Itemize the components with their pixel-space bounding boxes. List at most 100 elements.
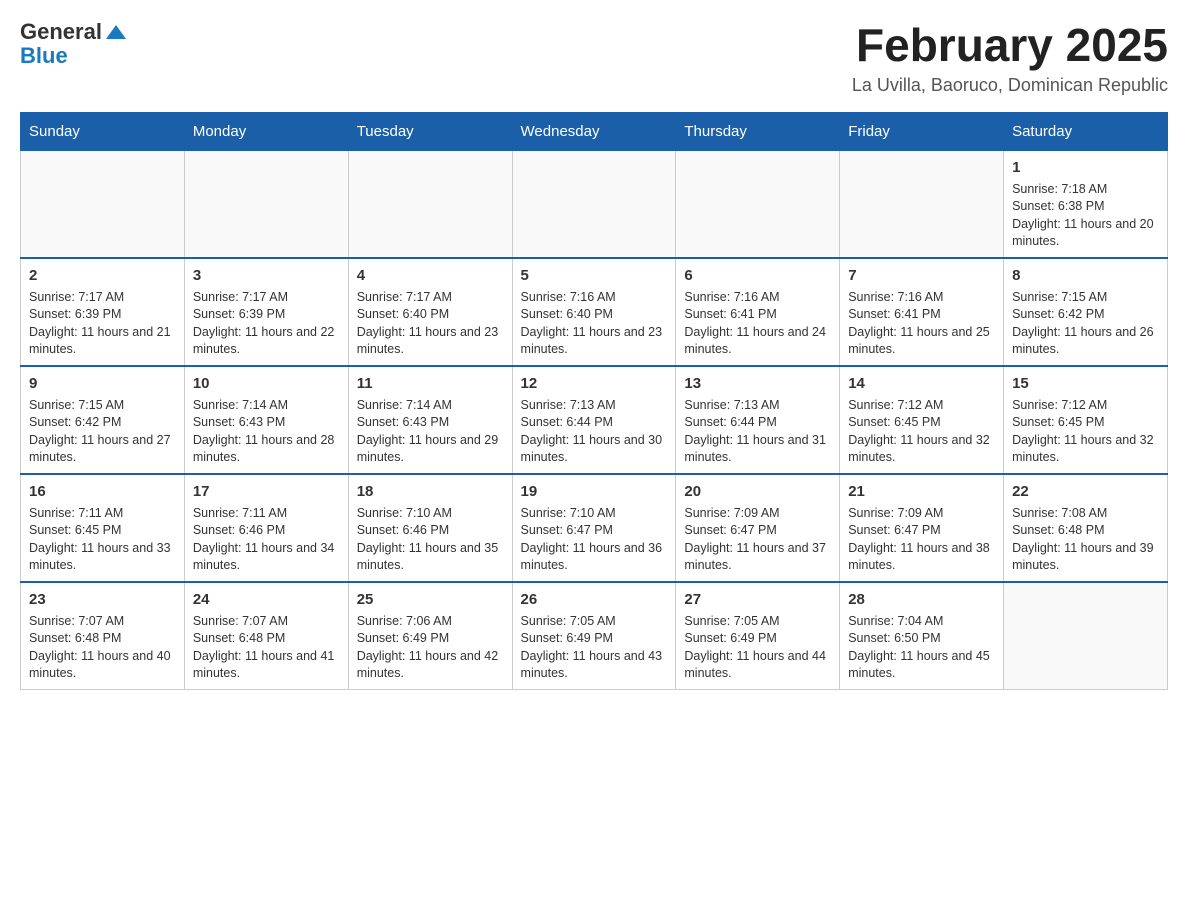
calendar-week-row: 23 Sunrise: 7:07 AM Sunset: 6:48 PM Dayli… bbox=[21, 582, 1168, 690]
day-number: 13 bbox=[684, 373, 831, 394]
day-number: 22 bbox=[1012, 481, 1159, 502]
day-number: 15 bbox=[1012, 373, 1159, 394]
calendar-cell: 1 Sunrise: 7:18 AM Sunset: 6:38 PM Daylig… bbox=[1004, 150, 1168, 258]
calendar-cell: 12Sunrise: 7:13 AM Sunset: 6:44 PM Dayli… bbox=[512, 366, 676, 474]
day-info: Sunrise: 7:15 AM Sunset: 6:42 PM Dayligh… bbox=[1012, 289, 1159, 359]
day-number: 24 bbox=[193, 589, 340, 610]
day-info: Sunrise: 7:04 AM Sunset: 6:50 PM Dayligh… bbox=[848, 613, 995, 683]
day-info: Sunrise: 7:16 AM Sunset: 6:41 PM Dayligh… bbox=[684, 289, 831, 359]
day-number: 16 bbox=[29, 481, 176, 502]
day-number: 20 bbox=[684, 481, 831, 502]
calendar-cell bbox=[184, 150, 348, 258]
day-info: Sunrise: 7:17 AM Sunset: 6:40 PM Dayligh… bbox=[357, 289, 504, 359]
day-info: Sunrise: 7:18 AM Sunset: 6:38 PM Dayligh… bbox=[1012, 181, 1159, 251]
calendar-cell: 28 Sunrise: 7:04 AM Sunset: 6:50 PM Dayli… bbox=[840, 582, 1004, 690]
day-number: 23 bbox=[29, 589, 176, 610]
day-number: 7 bbox=[848, 265, 995, 286]
title-section: February 2025 La Uvilla, Baoruco, Domini… bbox=[852, 20, 1168, 96]
day-info: Sunrise: 7:07 AM Sunset: 6:48 PM Dayligh… bbox=[193, 613, 340, 683]
location-text: La Uvilla, Baoruco, Dominican Republic bbox=[852, 75, 1168, 96]
calendar-cell: 17 Sunrise: 7:11 AM Sunset: 6:46 PM Dayli… bbox=[184, 474, 348, 582]
calendar-cell: 25 Sunrise: 7:06 AM Sunset: 6:49 PM Dayli… bbox=[348, 582, 512, 690]
day-number: 3 bbox=[193, 265, 340, 286]
day-of-week-header: Saturday bbox=[1004, 112, 1168, 150]
day-number: 19 bbox=[521, 481, 668, 502]
day-number: 28 bbox=[848, 589, 995, 610]
logo-blue-text: Blue bbox=[20, 44, 126, 68]
day-number: 21 bbox=[848, 481, 995, 502]
day-info: Sunrise: 7:16 AM Sunset: 6:40 PM Dayligh… bbox=[521, 289, 668, 359]
day-of-week-header: Thursday bbox=[676, 112, 840, 150]
calendar-cell: 10 Sunrise: 7:14 AM Sunset: 6:43 PM Dayli… bbox=[184, 366, 348, 474]
day-number: 18 bbox=[357, 481, 504, 502]
day-info: Sunrise: 7:11 AM Sunset: 6:46 PM Dayligh… bbox=[193, 505, 340, 575]
calendar-cell: 5 Sunrise: 7:16 AM Sunset: 6:40 PM Daylig… bbox=[512, 258, 676, 366]
calendar-cell: 18 Sunrise: 7:10 AM Sunset: 6:46 PM Dayli… bbox=[348, 474, 512, 582]
day-of-week-header: Monday bbox=[184, 112, 348, 150]
calendar-header-row: SundayMondayTuesdayWednesdayThursdayFrid… bbox=[21, 112, 1168, 150]
day-number: 1 bbox=[1012, 157, 1159, 178]
day-info: Sunrise: 7:15 AM Sunset: 6:42 PM Dayligh… bbox=[29, 397, 176, 467]
calendar-week-row: 2Sunrise: 7:17 AM Sunset: 6:39 PM Daylig… bbox=[21, 258, 1168, 366]
day-info: Sunrise: 7:16 AM Sunset: 6:41 PM Dayligh… bbox=[848, 289, 995, 359]
day-info: Sunrise: 7:12 AM Sunset: 6:45 PM Dayligh… bbox=[1012, 397, 1159, 467]
calendar-cell bbox=[1004, 582, 1168, 690]
day-of-week-header: Tuesday bbox=[348, 112, 512, 150]
day-info: Sunrise: 7:10 AM Sunset: 6:46 PM Dayligh… bbox=[357, 505, 504, 575]
calendar-cell: 11 Sunrise: 7:14 AM Sunset: 6:43 PM Dayli… bbox=[348, 366, 512, 474]
calendar-cell: 8 Sunrise: 7:15 AM Sunset: 6:42 PM Daylig… bbox=[1004, 258, 1168, 366]
calendar-cell bbox=[676, 150, 840, 258]
day-info: Sunrise: 7:17 AM Sunset: 6:39 PM Dayligh… bbox=[193, 289, 340, 359]
calendar-cell: 23 Sunrise: 7:07 AM Sunset: 6:48 PM Dayli… bbox=[21, 582, 185, 690]
day-number: 25 bbox=[357, 589, 504, 610]
month-title: February 2025 bbox=[852, 20, 1168, 71]
day-info: Sunrise: 7:11 AM Sunset: 6:45 PM Dayligh… bbox=[29, 505, 176, 575]
calendar-week-row: 9 Sunrise: 7:15 AM Sunset: 6:42 PM Daylig… bbox=[21, 366, 1168, 474]
day-info: Sunrise: 7:08 AM Sunset: 6:48 PM Dayligh… bbox=[1012, 505, 1159, 575]
day-info: Sunrise: 7:17 AM Sunset: 6:39 PM Dayligh… bbox=[29, 289, 176, 359]
day-info: Sunrise: 7:13 AM Sunset: 6:44 PM Dayligh… bbox=[521, 397, 668, 467]
day-number: 8 bbox=[1012, 265, 1159, 286]
day-of-week-header: Friday bbox=[840, 112, 1004, 150]
page-header: General Blue February 2025 La Uvilla, Ba… bbox=[20, 20, 1168, 96]
calendar-cell bbox=[840, 150, 1004, 258]
day-number: 17 bbox=[193, 481, 340, 502]
day-info: Sunrise: 7:10 AM Sunset: 6:47 PM Dayligh… bbox=[521, 505, 668, 575]
calendar-cell bbox=[348, 150, 512, 258]
calendar-cell: 22 Sunrise: 7:08 AM Sunset: 6:48 PM Dayli… bbox=[1004, 474, 1168, 582]
calendar-cell: 21 Sunrise: 7:09 AM Sunset: 6:47 PM Dayli… bbox=[840, 474, 1004, 582]
calendar-cell: 13 Sunrise: 7:13 AM Sunset: 6:44 PM Dayli… bbox=[676, 366, 840, 474]
calendar-cell: 9 Sunrise: 7:15 AM Sunset: 6:42 PM Daylig… bbox=[21, 366, 185, 474]
day-info: Sunrise: 7:13 AM Sunset: 6:44 PM Dayligh… bbox=[684, 397, 831, 467]
calendar-cell: 3 Sunrise: 7:17 AM Sunset: 6:39 PM Daylig… bbox=[184, 258, 348, 366]
day-info: Sunrise: 7:06 AM Sunset: 6:49 PM Dayligh… bbox=[357, 613, 504, 683]
calendar-cell: 4 Sunrise: 7:17 AM Sunset: 6:40 PM Daylig… bbox=[348, 258, 512, 366]
day-info: Sunrise: 7:12 AM Sunset: 6:45 PM Dayligh… bbox=[848, 397, 995, 467]
calendar-cell: 27Sunrise: 7:05 AM Sunset: 6:49 PM Dayli… bbox=[676, 582, 840, 690]
calendar-cell: 14Sunrise: 7:12 AM Sunset: 6:45 PM Dayli… bbox=[840, 366, 1004, 474]
day-number: 9 bbox=[29, 373, 176, 394]
calendar-cell: 15 Sunrise: 7:12 AM Sunset: 6:45 PM Dayli… bbox=[1004, 366, 1168, 474]
calendar-cell bbox=[512, 150, 676, 258]
day-number: 11 bbox=[357, 373, 504, 394]
calendar-cell: 16 Sunrise: 7:11 AM Sunset: 6:45 PM Dayli… bbox=[21, 474, 185, 582]
day-info: Sunrise: 7:05 AM Sunset: 6:49 PM Dayligh… bbox=[684, 613, 831, 683]
calendar-table: SundayMondayTuesdayWednesdayThursdayFrid… bbox=[20, 112, 1168, 690]
day-number: 10 bbox=[193, 373, 340, 394]
calendar-cell bbox=[21, 150, 185, 258]
day-number: 6 bbox=[684, 265, 831, 286]
logo: General Blue bbox=[20, 20, 126, 68]
day-number: 4 bbox=[357, 265, 504, 286]
calendar-cell: 24 Sunrise: 7:07 AM Sunset: 6:48 PM Dayli… bbox=[184, 582, 348, 690]
day-info: Sunrise: 7:07 AM Sunset: 6:48 PM Dayligh… bbox=[29, 613, 176, 683]
day-info: Sunrise: 7:14 AM Sunset: 6:43 PM Dayligh… bbox=[193, 397, 340, 467]
logo-triangle-icon bbox=[106, 25, 126, 39]
calendar-cell: 19 Sunrise: 7:10 AM Sunset: 6:47 PM Dayli… bbox=[512, 474, 676, 582]
day-info: Sunrise: 7:09 AM Sunset: 6:47 PM Dayligh… bbox=[848, 505, 995, 575]
day-info: Sunrise: 7:09 AM Sunset: 6:47 PM Dayligh… bbox=[684, 505, 831, 575]
day-info: Sunrise: 7:14 AM Sunset: 6:43 PM Dayligh… bbox=[357, 397, 504, 467]
day-number: 26 bbox=[521, 589, 668, 610]
day-number: 5 bbox=[521, 265, 668, 286]
calendar-cell: 7 Sunrise: 7:16 AM Sunset: 6:41 PM Daylig… bbox=[840, 258, 1004, 366]
calendar-cell: 6 Sunrise: 7:16 AM Sunset: 6:41 PM Daylig… bbox=[676, 258, 840, 366]
